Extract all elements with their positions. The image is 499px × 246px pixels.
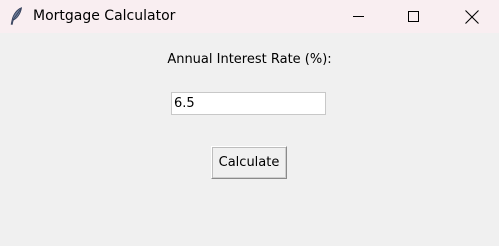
close-button[interactable] — [449, 0, 495, 33]
feather-icon — [9, 7, 23, 25]
window-title: Mortgage Calculator — [33, 8, 176, 24]
calculate-button[interactable]: Calculate — [211, 146, 287, 179]
title-bar[interactable]: Mortgage Calculator — [0, 0, 499, 33]
maximize-icon — [407, 11, 419, 22]
interest-rate-input[interactable] — [171, 92, 326, 115]
maximize-button[interactable] — [390, 0, 436, 33]
app-window: Mortgage Calculator Annual Interest Rate… — [0, 0, 499, 246]
interest-rate-label: Annual Interest Rate (%): — [167, 52, 332, 67]
calculator-form: Annual Interest Rate (%): Calculate — [0, 33, 499, 246]
minimize-icon — [352, 11, 364, 22]
minimize-button[interactable] — [335, 0, 381, 33]
close-icon — [465, 9, 479, 24]
